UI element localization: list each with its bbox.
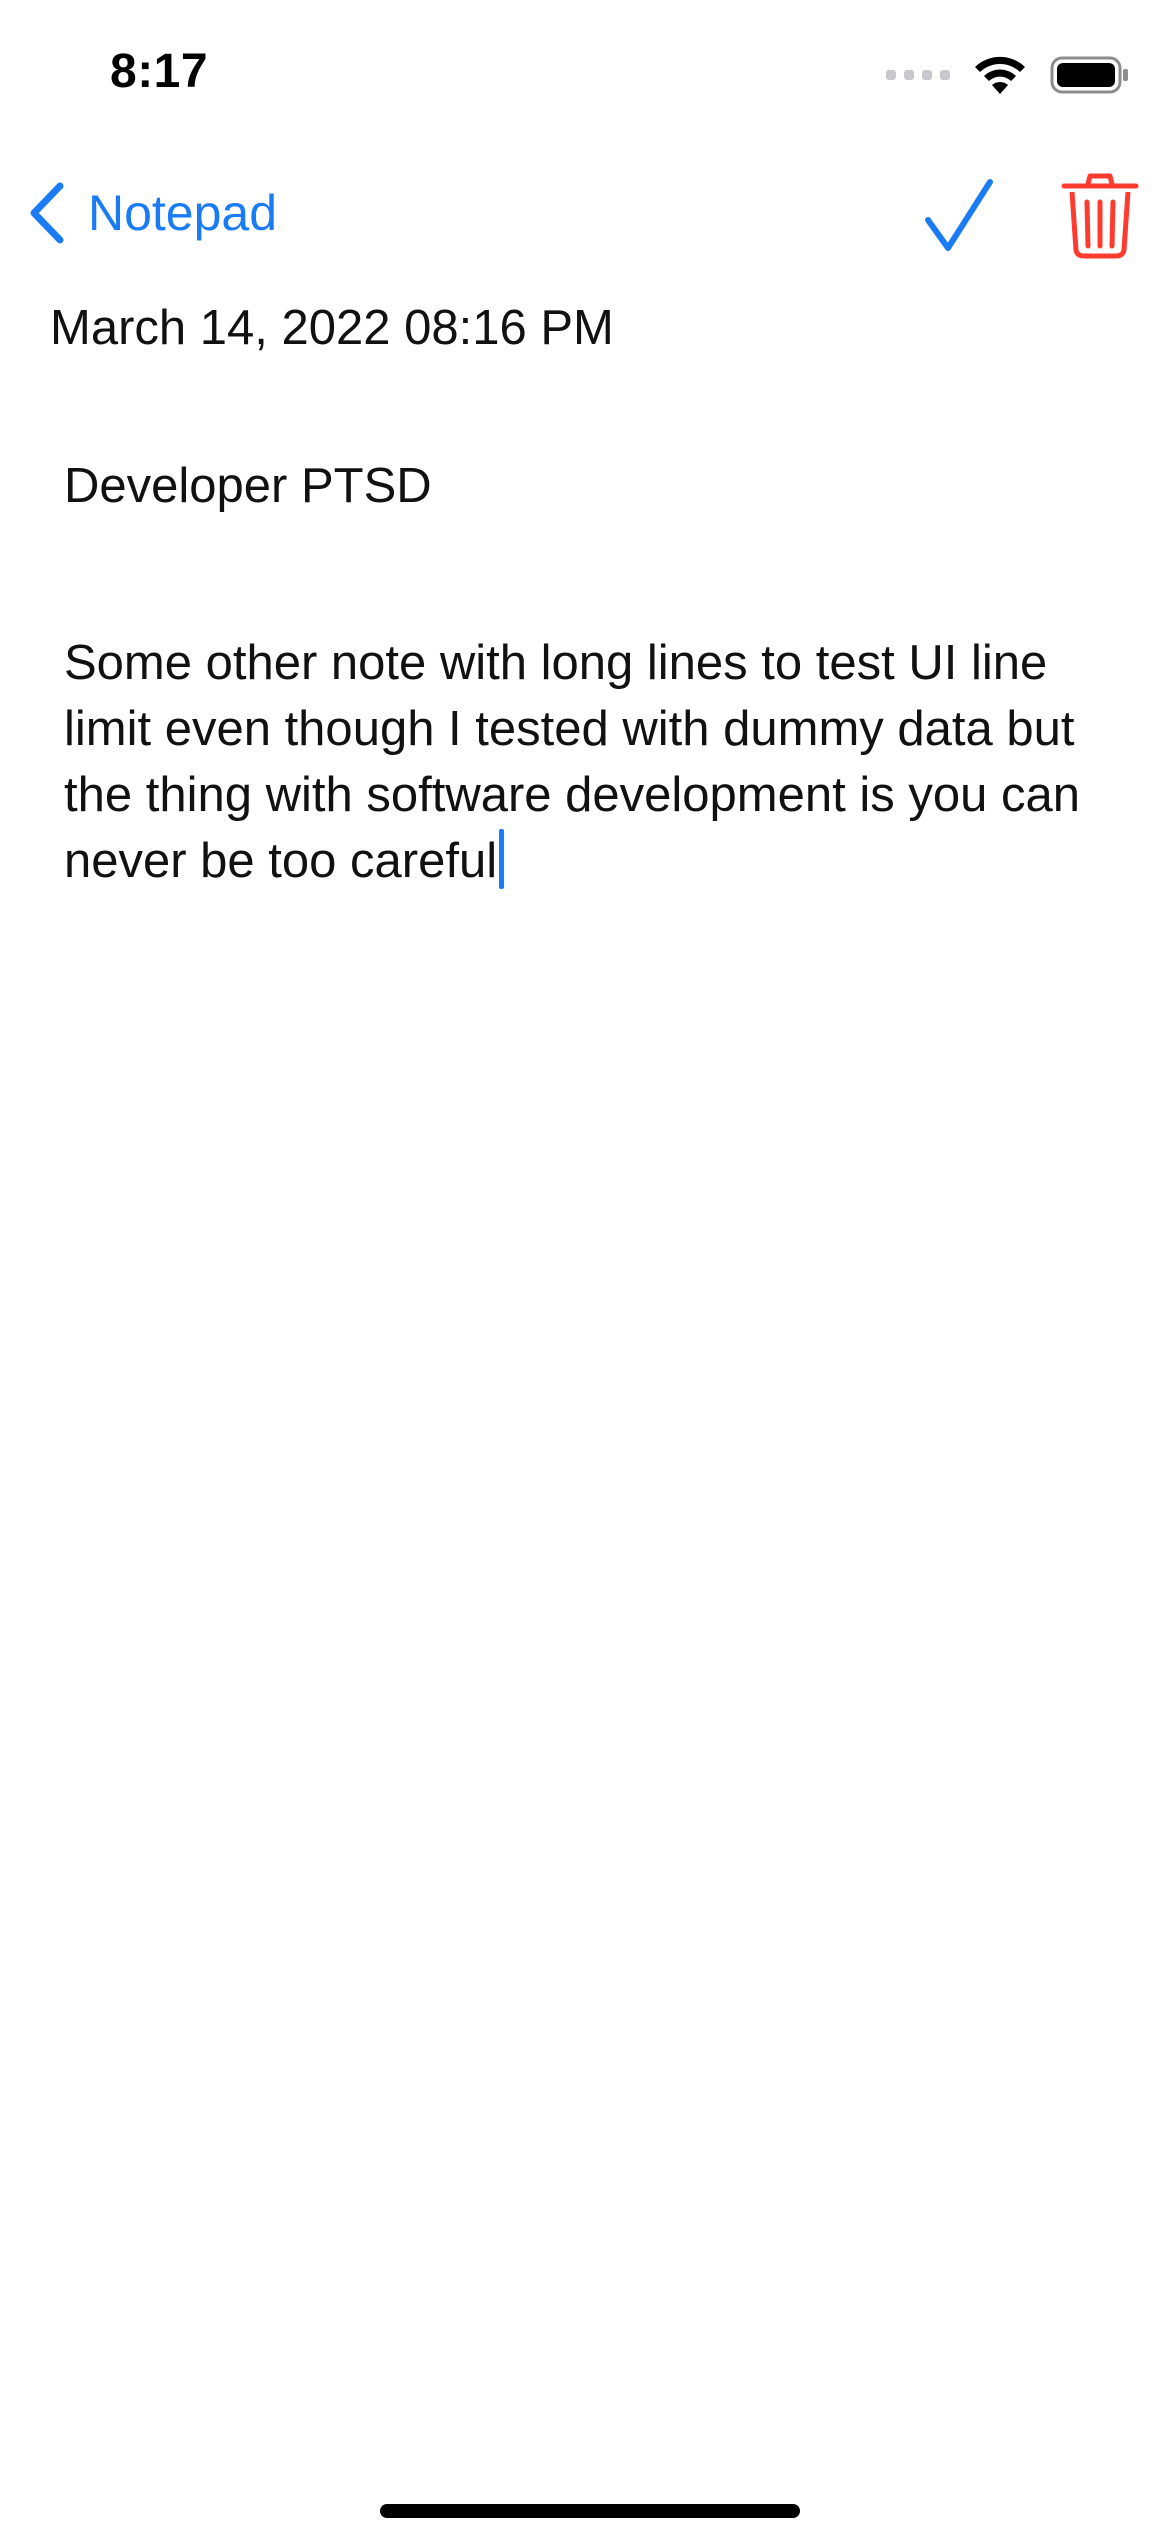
status-time: 8:17 xyxy=(110,45,209,98)
home-indicator[interactable] xyxy=(380,2504,800,2518)
note-date: March 14, 2022 08:16 PM xyxy=(50,301,614,355)
back-button-label: Notepad xyxy=(88,185,278,241)
chevron-left-icon xyxy=(30,182,64,244)
back-button[interactable]: Notepad xyxy=(26,178,277,248)
note-title-field[interactable]: Developer PTSD xyxy=(64,458,432,514)
wifi-icon xyxy=(975,56,1025,94)
status-indicators xyxy=(886,52,1130,98)
navigation-bar: Notepad xyxy=(0,160,1170,270)
done-button[interactable] xyxy=(918,170,998,260)
note-body-text: Some other note with long lines to test … xyxy=(64,636,1080,888)
status-bar: 8:17 xyxy=(0,0,1170,150)
battery-icon xyxy=(1050,56,1128,94)
text-cursor xyxy=(499,829,505,889)
cellular-signal-icon xyxy=(886,70,950,80)
trash-icon xyxy=(1061,173,1139,259)
checkmark-icon xyxy=(925,179,993,251)
delete-button[interactable] xyxy=(1060,170,1140,260)
